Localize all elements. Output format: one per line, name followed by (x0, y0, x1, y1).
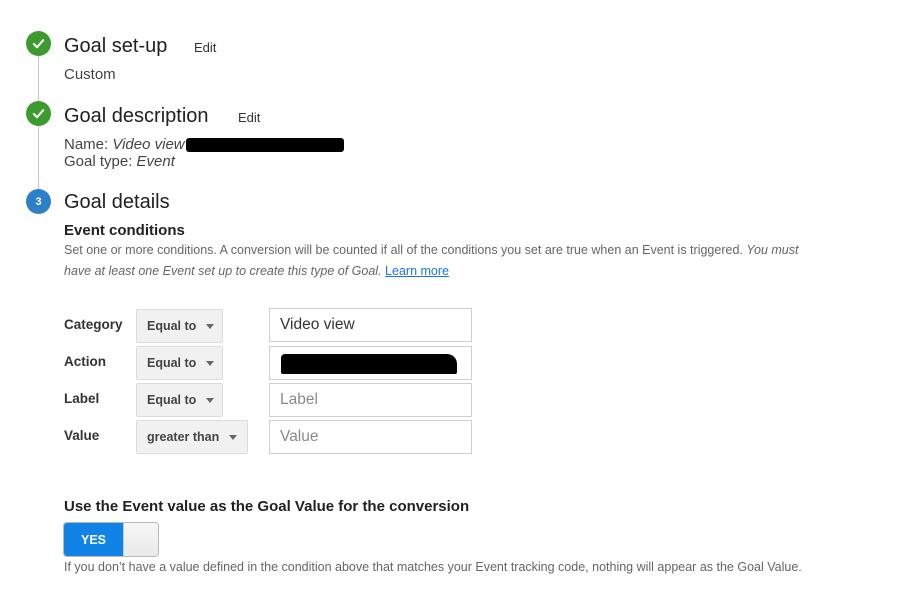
dropdown-value: Equal to (147, 356, 197, 370)
redacted-text (185, 138, 344, 153)
step-complete-check-icon (26, 101, 51, 126)
goal-name-line: Name: Video view (64, 136, 344, 153)
chevron-down-icon (229, 434, 238, 440)
goal-setup-summary: Custom (64, 66, 116, 83)
toggle-knob (123, 523, 158, 556)
goal-value-heading: Use the Event value as the Goal Value fo… (64, 498, 470, 515)
dropdown-value: greater than (147, 430, 220, 444)
event-conditions-help: Set one or more conditions. A conversion… (64, 240, 824, 282)
dropdown-value: Equal to (147, 319, 197, 333)
condition-label-label: Label (64, 391, 100, 406)
goal-type-line: Goal type: Event (64, 153, 175, 170)
step-number-badge: 3 (26, 189, 51, 214)
edit-goal-description-button[interactable]: Edit (238, 110, 260, 125)
step-connector (38, 126, 39, 190)
goal-value-help: If you don’t have a value defined in the… (64, 560, 802, 574)
dropdown-value: Equal to (147, 393, 197, 407)
edit-goal-setup-button[interactable]: Edit (194, 40, 216, 55)
label-value-input[interactable] (269, 383, 472, 417)
event-conditions-heading: Event conditions (64, 222, 185, 239)
goal-type-label: Goal type: (64, 153, 133, 170)
goal-name-label: Name: (64, 136, 109, 153)
goal-name-value: Video view (112, 136, 185, 153)
condition-label-action: Action (64, 354, 106, 369)
step-title-goal-setup: Goal set-up (64, 35, 168, 57)
toggle-yes-label: YES (64, 523, 123, 556)
learn-more-link[interactable]: Learn more (385, 264, 449, 278)
condition-label-value: Value (64, 428, 100, 443)
chevron-down-icon (206, 397, 215, 403)
chevron-down-icon (206, 323, 215, 329)
action-value-input[interactable] (269, 346, 472, 380)
step-connector (38, 56, 39, 102)
goal-type-value: Event (136, 153, 175, 170)
category-value-input[interactable] (269, 308, 472, 342)
goal-setup-page: Goal set-up Edit Custom Goal description… (0, 0, 902, 613)
step-complete-check-icon (26, 31, 51, 56)
value-operator-dropdown[interactable]: greater than (136, 420, 248, 454)
help-text: Set one or more conditions. A conversion… (64, 243, 743, 257)
condition-label-category: Category (64, 317, 123, 332)
label-operator-dropdown[interactable]: Equal to (136, 383, 223, 417)
step-title-goal-details: Goal details (64, 191, 170, 213)
step-title-goal-description: Goal description (64, 105, 209, 127)
value-value-input[interactable] (269, 420, 472, 454)
category-operator-dropdown[interactable]: Equal to (136, 309, 223, 343)
action-operator-dropdown[interactable]: Equal to (136, 346, 223, 380)
chevron-down-icon (206, 360, 215, 366)
use-event-value-toggle[interactable]: YES (63, 522, 159, 557)
